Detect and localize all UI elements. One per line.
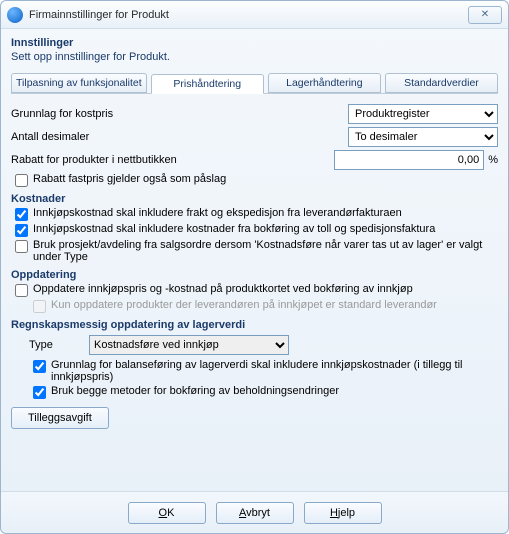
ok-button[interactable]: OK — [128, 502, 206, 524]
section-regnskap: Regnskapsmessig oppdatering av lagerverd… — [11, 319, 498, 331]
dialog-window: Firmainnstillinger for Produkt ✕ Innstil… — [0, 0, 509, 534]
content-area: Innstillinger Sett opp innstillinger for… — [1, 29, 508, 491]
costbase-select[interactable]: Produktregister — [348, 104, 498, 124]
section-kostnader: Kostnader — [11, 193, 498, 205]
kostnader-prosjekt-label: Bruk prosjekt/avdeling fra salgsordre de… — [33, 239, 498, 263]
kostnader-frakt-label: Innkjøpskostnad skal inkludere frakt og … — [33, 207, 498, 219]
tab-tilpasning[interactable]: Tilpasning av funksjonalitet — [11, 73, 147, 93]
fastpris-label: Rabatt fastpris gjelder også som påslag — [33, 173, 498, 185]
decimals-select[interactable]: To desimaler — [348, 127, 498, 147]
titlebar: Firmainnstillinger for Produkt ✕ — [1, 1, 508, 29]
costbase-label: Grunnlag for kostpris — [11, 108, 348, 120]
webshop-discount-input[interactable] — [334, 150, 484, 170]
type-label: Type — [29, 339, 89, 351]
oppdatere-innkjop-label: Oppdatere innkjøpspris og -kostnad på pr… — [33, 283, 498, 295]
oppdatere-kun-leverandor-checkbox — [33, 300, 46, 313]
decimals-label: Antall desimaler — [11, 131, 348, 143]
section-oppdatering: Oppdatering — [11, 269, 498, 281]
help-button[interactable]: Hjelp — [304, 502, 382, 524]
webshop-discount-label: Rabatt for produkter i nettbutikken — [11, 154, 334, 166]
window-title: Firmainnstillinger for Produkt — [29, 9, 468, 21]
tab-strip: Tilpasning av funksjonalitet Prishåndter… — [11, 73, 498, 94]
cancel-button[interactable]: Avbryt — [216, 502, 294, 524]
regnskap-begge-metoder-checkbox[interactable] — [33, 386, 46, 399]
oppdatere-innkjop-checkbox[interactable] — [15, 284, 28, 297]
regnskap-grunnlag-label: Grunnlag for balanseføring av lagerverdi… — [51, 359, 498, 383]
kostnader-prosjekt-checkbox[interactable] — [15, 240, 28, 253]
regnskap-begge-metoder-label: Bruk begge metoder for bokføring av beho… — [51, 385, 498, 397]
kostnader-toll-label: Innkjøpskostnad skal inkludere kostnader… — [33, 223, 498, 235]
tab-standardverdier[interactable]: Standardverdier — [385, 73, 498, 93]
type-select[interactable]: Kostnadsføre ved innkjøp — [89, 335, 289, 355]
oppdatere-kun-leverandor-label: Kun oppdatere produkter der leverandøren… — [51, 299, 498, 311]
regnskap-grunnlag-checkbox[interactable] — [33, 360, 46, 373]
close-icon: ✕ — [481, 9, 489, 20]
tab-prishandtering[interactable]: Prishåndtering — [151, 74, 264, 94]
app-icon — [7, 7, 23, 23]
tilleggsavgift-button[interactable]: Tilleggsavgift — [11, 407, 109, 429]
kostnader-toll-checkbox[interactable] — [15, 224, 28, 237]
header-title: Innstillinger — [11, 37, 498, 49]
fastpris-checkbox[interactable] — [15, 174, 28, 187]
header-subtitle: Sett opp innstillinger for Produkt. — [11, 51, 498, 63]
dialog-footer: OK Avbryt Hjelp — [1, 491, 508, 533]
webshop-discount-unit: % — [488, 154, 498, 166]
tab-lagerhandtering[interactable]: Lagerhåndtering — [268, 73, 381, 93]
close-button[interactable]: ✕ — [468, 6, 502, 24]
kostnader-frakt-checkbox[interactable] — [15, 208, 28, 221]
